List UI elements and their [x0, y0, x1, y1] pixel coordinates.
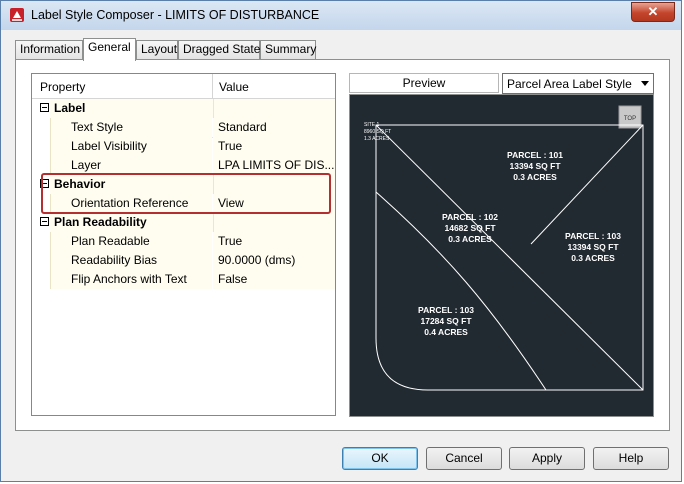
- svg-text:SITE 1: SITE 1: [364, 122, 380, 128]
- help-button[interactable]: Help: [593, 447, 669, 470]
- property-name: Flip Anchors with Text: [71, 272, 187, 286]
- close-button[interactable]: ✕: [631, 2, 675, 22]
- svg-text:17284 SQ FT: 17284 SQ FT: [420, 316, 472, 326]
- svg-text:PARCEL : 101: PARCEL : 101: [507, 150, 563, 160]
- parcel-label-102: PARCEL : 102 14682 SQ FT 0.3 ACRES: [442, 212, 498, 244]
- property-row-flip-anchors[interactable]: Flip Anchors with Text False: [32, 270, 335, 289]
- svg-text:PARCEL : 103: PARCEL : 103: [418, 305, 474, 315]
- property-name: Readability Bias: [71, 253, 158, 267]
- tab-dragged-state[interactable]: Dragged State: [178, 40, 260, 59]
- inner-boundary: [530, 124, 644, 245]
- preview-pane: TOP SITE 1 8960 SQ FT 1.3 ACRES PARCEL :…: [349, 94, 654, 417]
- svg-text:PARCEL : 103: PARCEL : 103: [565, 231, 621, 241]
- property-value[interactable]: True: [218, 234, 242, 248]
- svg-text:13394 SQ FT: 13394 SQ FT: [509, 161, 561, 171]
- property-value[interactable]: 90.0000 (dms): [218, 253, 295, 267]
- preview-label: Preview: [349, 73, 499, 93]
- behavior-highlight-box: [41, 173, 331, 214]
- label-style-selected: Parcel Area Label Style: [507, 77, 632, 91]
- svg-text:PARCEL : 102: PARCEL : 102: [442, 212, 498, 222]
- tab-information[interactable]: Information: [15, 40, 83, 59]
- property-row-text-style[interactable]: Text Style Standard: [32, 118, 335, 137]
- view-cube-label: TOP: [624, 116, 636, 122]
- label-style-dropdown[interactable]: Parcel Area Label Style: [502, 73, 654, 94]
- parcel-label-103-left: PARCEL : 103 17284 SQ FT 0.4 ACRES: [418, 305, 474, 337]
- svg-text:0.4 ACRES: 0.4 ACRES: [424, 327, 468, 337]
- ok-button[interactable]: OK: [342, 447, 418, 470]
- property-row-readability-bias[interactable]: Readability Bias 90.0000 (dms): [32, 251, 335, 270]
- title-bar: Label Style Composer - LIMITS OF DISTURB…: [1, 1, 681, 30]
- column-header-value: Value: [219, 80, 249, 94]
- parcel-label-101: PARCEL : 101 13394 SQ FT 0.3 ACRES: [507, 150, 563, 182]
- property-value[interactable]: Standard: [218, 120, 267, 134]
- property-name: Label Visibility: [71, 139, 147, 153]
- property-value[interactable]: True: [218, 139, 242, 153]
- svg-text:1.3 ACRES: 1.3 ACRES: [364, 136, 390, 142]
- category-label-text: Label: [54, 101, 86, 115]
- label-style-composer-dialog: Label Style Composer - LIMITS OF DISTURB…: [0, 0, 682, 482]
- window-title: Label Style Composer - LIMITS OF DISTURB…: [31, 8, 320, 22]
- collapse-toggle-icon[interactable]: [40, 103, 49, 112]
- parcel-label-103-right: PARCEL : 103 13394 SQ FT 0.3 ACRES: [565, 231, 621, 263]
- svg-text:8960 SQ FT: 8960 SQ FT: [364, 129, 391, 135]
- category-plan-readability[interactable]: Plan Readability: [32, 213, 335, 232]
- column-header-property: Property: [40, 80, 86, 94]
- tab-general[interactable]: General: [83, 38, 136, 61]
- property-row-label-visibility[interactable]: Label Visibility True: [32, 137, 335, 156]
- apply-button[interactable]: Apply: [509, 447, 585, 470]
- tab-layout[interactable]: Layout: [136, 40, 178, 59]
- collapse-toggle-icon[interactable]: [40, 217, 49, 226]
- svg-text:0.3 ACRES: 0.3 ACRES: [448, 234, 492, 244]
- property-value[interactable]: False: [218, 272, 247, 286]
- chevron-down-icon: [641, 81, 649, 86]
- svg-text:0.3 ACRES: 0.3 ACRES: [571, 253, 615, 263]
- cancel-button[interactable]: Cancel: [426, 447, 502, 470]
- tab-summary[interactable]: Summary: [260, 40, 316, 59]
- property-row-plan-readable[interactable]: Plan Readable True: [32, 232, 335, 251]
- svg-text:13394 SQ FT: 13394 SQ FT: [567, 242, 619, 252]
- svg-text:0.3 ACRES: 0.3 ACRES: [513, 172, 557, 182]
- category-plan-readability-text: Plan Readability: [54, 215, 147, 229]
- category-label[interactable]: Label: [32, 99, 335, 118]
- column-separator: [212, 74, 213, 98]
- preview-drawing: TOP SITE 1 8960 SQ FT 1.3 ACRES PARCEL :…: [364, 105, 644, 391]
- property-value[interactable]: LPA LIMITS OF DIS...: [218, 158, 334, 172]
- civil3d-app-icon: [10, 8, 24, 22]
- property-name: Text Style: [71, 120, 124, 134]
- property-grid: Property Value Label Text Style Standard…: [31, 73, 336, 416]
- property-name: Plan Readable: [71, 234, 150, 248]
- property-name: Layer: [71, 158, 102, 172]
- svg-text:14682 SQ FT: 14682 SQ FT: [444, 223, 496, 233]
- grid-header: Property Value: [32, 74, 335, 99]
